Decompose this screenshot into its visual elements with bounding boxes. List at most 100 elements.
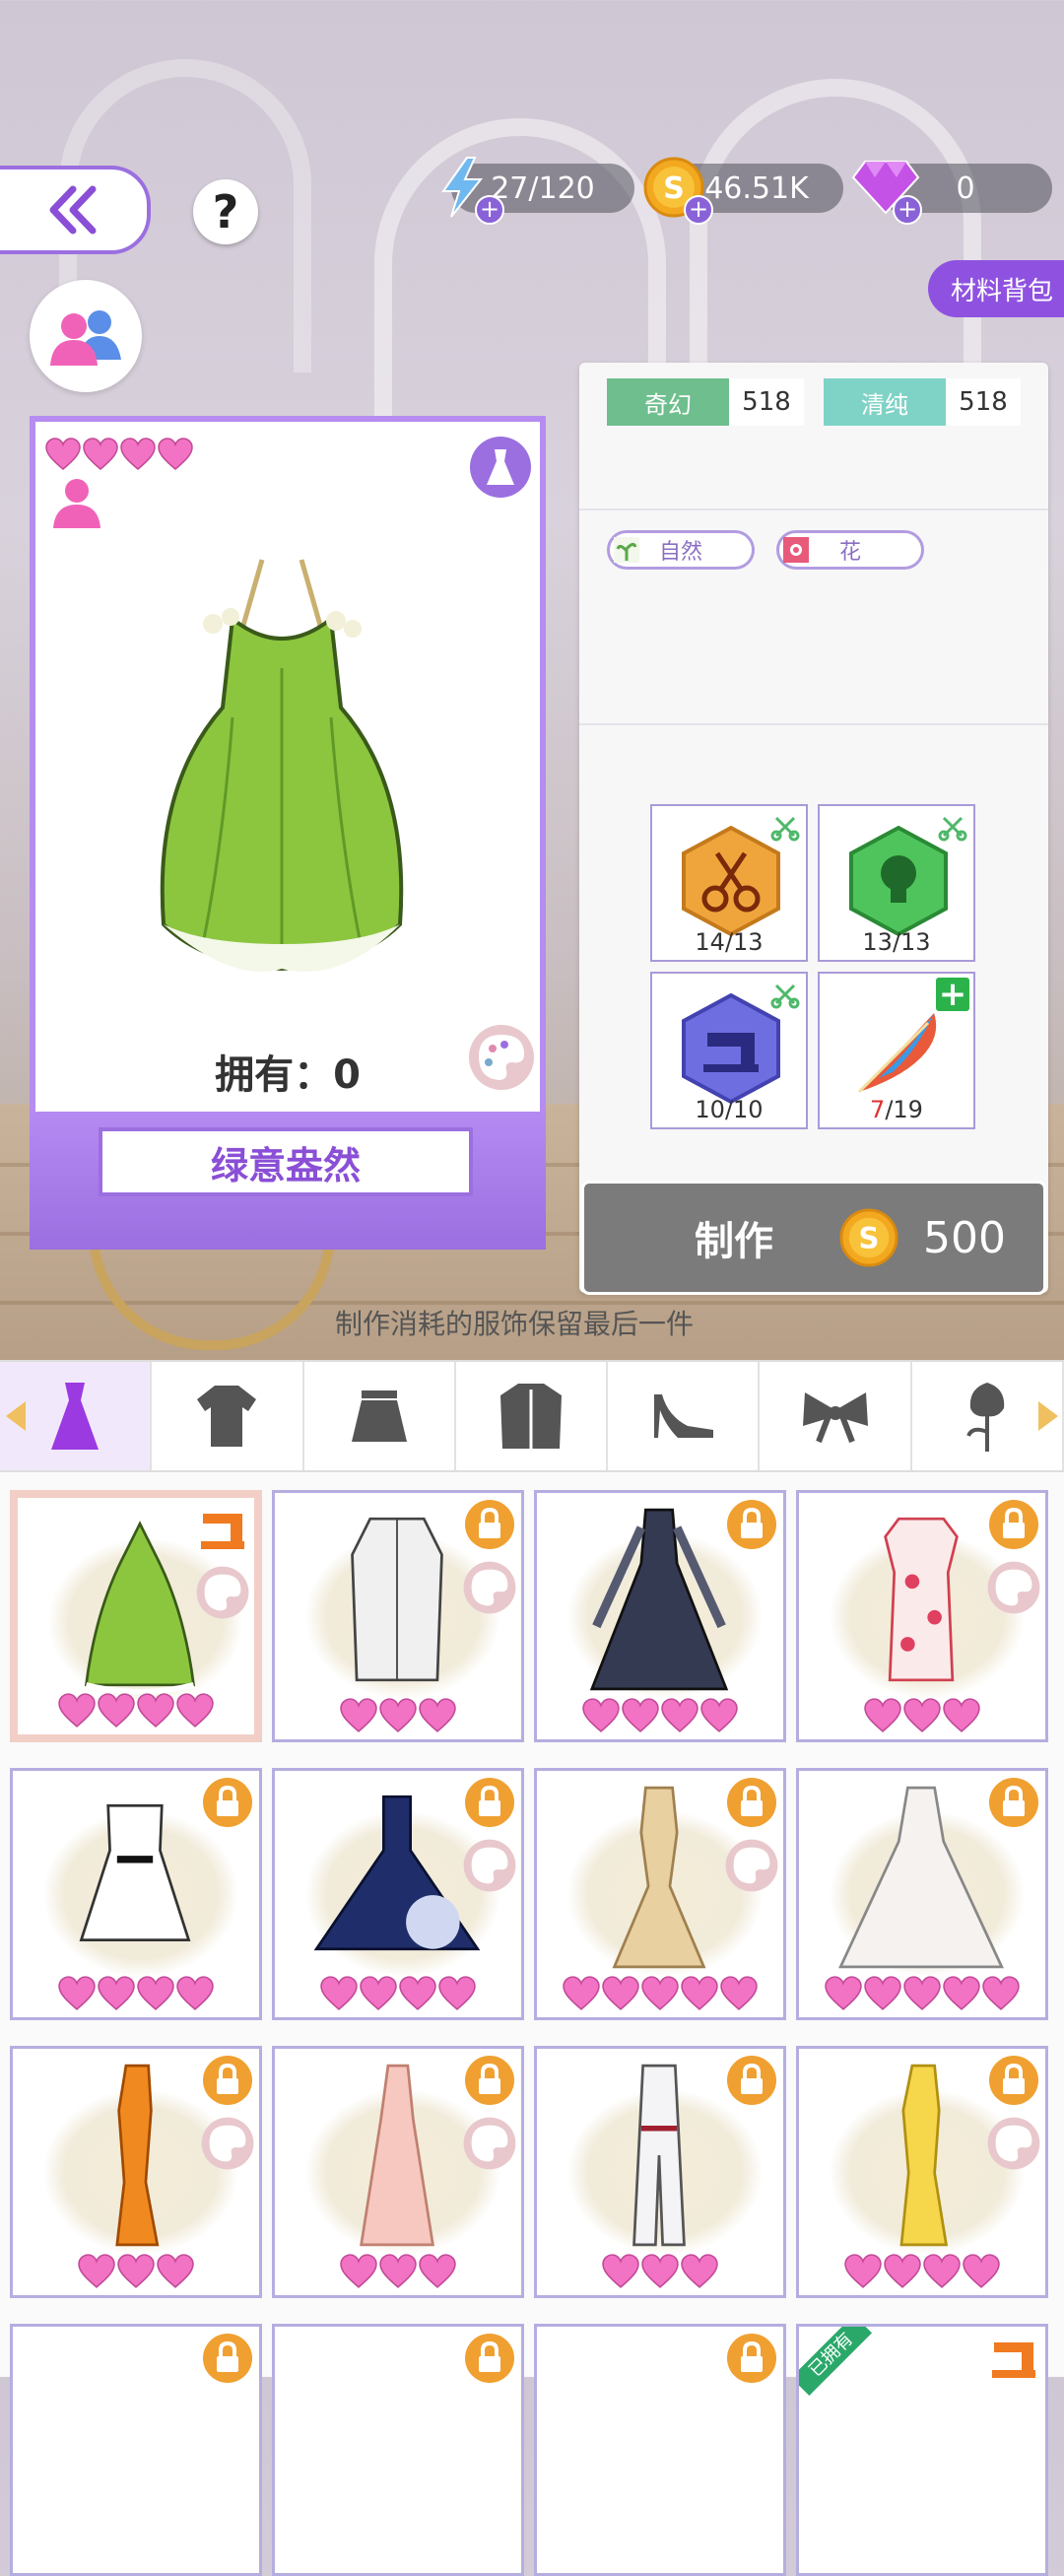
grid-item-gold-sequin-gown[interactable] — [534, 1768, 786, 2020]
tab-accessory[interactable] — [760, 1362, 912, 1470]
grid-item-pink-halter-gown[interactable] — [272, 2046, 524, 2298]
sprout-icon — [614, 537, 639, 563]
tab-skirt[interactable] — [304, 1362, 456, 1470]
tshirt-icon — [197, 1386, 257, 1447]
grid-item-yellow-gown[interactable] — [796, 2046, 1048, 2298]
item-hearts — [18, 1693, 254, 1729]
item-hearts — [275, 2254, 521, 2289]
material-bag-label: 材料背包 — [950, 276, 1053, 306]
heart-icon — [622, 1698, 659, 1732]
material-count: 10/10 — [695, 1096, 764, 1123]
tab-flower[interactable] — [912, 1362, 1064, 1470]
palette-icon[interactable] — [986, 2116, 1041, 2171]
grid-item-partial[interactable] — [272, 2324, 524, 2576]
material-count: 13/13 — [862, 928, 931, 956]
scissors-badge-icon — [938, 816, 967, 842]
tab-dress[interactable] — [0, 1362, 153, 1470]
grid-item-starry-ball-gown[interactable] — [272, 1768, 524, 2020]
grid-item-white-lace-gown[interactable] — [796, 1768, 1048, 2020]
friends-button[interactable] — [30, 280, 142, 392]
heart-icon — [700, 1698, 738, 1732]
palette-icon[interactable] — [195, 1565, 250, 1620]
heart-icon — [320, 1976, 358, 2010]
grid-item-orange-gown[interactable] — [10, 2046, 262, 2298]
arrow-right-icon[interactable] — [1036, 1399, 1060, 1433]
material-slot[interactable]: 14/13 — [650, 804, 808, 962]
coin-icon: S — [839, 1208, 898, 1267]
heart-icon — [943, 1976, 980, 2010]
item-hearts — [275, 1698, 521, 1733]
palette-icon[interactable] — [462, 1838, 517, 1893]
crafting-panel: 奇幻 518 清纯 518 自然 花 14/13 13/13 10/10 + 7… — [579, 363, 1048, 1293]
heart-icon — [340, 1698, 377, 1732]
tab-top[interactable] — [152, 1362, 304, 1470]
flower-icon — [783, 537, 809, 563]
heart-icon — [399, 1976, 436, 2010]
palette-icon[interactable] — [462, 1560, 517, 1615]
help-button[interactable]: ? — [193, 179, 258, 244]
grid-item-partial[interactable] — [534, 2324, 786, 2576]
palette-icon[interactable] — [986, 1560, 1041, 1615]
scissors-badge-icon — [770, 983, 800, 1009]
item-name: 绿意盎然 — [99, 1127, 473, 1196]
heart-icon — [943, 1698, 980, 1732]
heart-icon — [98, 1693, 135, 1728]
sewing-icon — [201, 1514, 244, 1549]
attribute-tag-fantasy: 奇幻 — [607, 378, 729, 426]
make-label: 制作 — [695, 1219, 773, 1264]
trait-label: 花 — [838, 540, 861, 565]
heart-icon — [864, 1698, 901, 1732]
back-button[interactable] — [0, 166, 151, 254]
grid-item-green-leaf-dress[interactable] — [10, 1490, 262, 1742]
grid-item-white-mini-dress[interactable] — [10, 1768, 262, 2020]
lock-icon — [465, 1778, 514, 1827]
green-leaf-dress-image — [160, 559, 404, 972]
heart-icon — [661, 1698, 698, 1732]
material-bag-button[interactable]: 材料背包 — [928, 260, 1064, 317]
heart-icon — [419, 1698, 456, 1732]
heart-icon — [963, 2254, 1000, 2288]
material-slot[interactable]: 10/10 — [650, 972, 808, 1129]
grid-item-dark-sleeve-gown[interactable] — [534, 1490, 786, 1742]
grid-item-white-trench-coat[interactable] — [272, 1490, 524, 1742]
palette-icon[interactable] — [200, 2116, 255, 2171]
coin-plus-icon[interactable]: + — [684, 195, 713, 225]
grid-item-partial[interactable]: 已拥有 — [796, 2324, 1048, 2576]
add-material-button[interactable]: + — [936, 975, 969, 1014]
palette-icon[interactable] — [462, 2116, 517, 2171]
heart-icon — [78, 2254, 115, 2288]
grid-item-floral-dress[interactable] — [796, 1490, 1048, 1742]
heart-icon — [903, 1976, 941, 2010]
arrow-left-icon[interactable] — [4, 1399, 28, 1433]
tab-coat[interactable] — [456, 1362, 609, 1470]
grid-item-white-jumpsuit[interactable] — [534, 2046, 786, 2298]
energy-plus-icon[interactable]: + — [475, 195, 504, 225]
heart-icon — [137, 1976, 174, 2010]
material-slot[interactable]: 13/13 — [818, 804, 975, 962]
palette-icon[interactable] — [724, 1838, 779, 1893]
item-hearts — [799, 2254, 1045, 2289]
dress-type-icon — [470, 437, 531, 498]
trait-flower: 花 — [776, 530, 924, 570]
heart-icon — [844, 2254, 882, 2288]
item-hearts — [799, 1976, 1045, 2011]
grid-item-partial[interactable] — [10, 2324, 262, 2576]
heart-icon — [864, 1976, 901, 2010]
tab-shoes[interactable] — [608, 1362, 761, 1470]
material-slot[interactable]: + 7/19 — [818, 972, 975, 1129]
lock-icon — [727, 1778, 776, 1827]
trait-nature: 自然 — [607, 530, 755, 570]
person-icon — [53, 479, 100, 528]
item-name-ribbon: 绿意盎然 — [30, 1112, 546, 1250]
heart-icon — [379, 2254, 417, 2288]
gem-plus-icon[interactable]: + — [893, 195, 922, 225]
heart-icon — [45, 438, 81, 470]
heart-icon — [83, 438, 118, 470]
make-button[interactable]: 制作 S 500 — [581, 1181, 1046, 1295]
attribute-value-fantasy: 518 — [729, 378, 804, 426]
question-icon: ? — [212, 185, 239, 238]
energy-value: 27/120 — [491, 170, 595, 206]
palette-icon[interactable] — [467, 1023, 536, 1092]
heart-icon — [117, 2254, 155, 2288]
heart-icon — [825, 1976, 862, 2010]
